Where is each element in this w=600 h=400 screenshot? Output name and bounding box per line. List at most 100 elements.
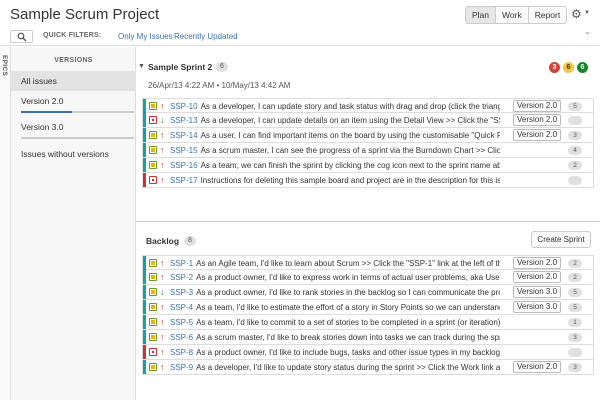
issue-content: SSP-16 As a team, we can finish the sprin… — [170, 160, 500, 171]
quick-filter-only-my-issues[interactable]: Only My Issues — [118, 32, 173, 41]
version-progress-fill — [21, 111, 72, 113]
issue-summary: As a developer, I'd like to update story… — [196, 363, 500, 372]
version-tag: Version 2.0 — [513, 257, 562, 269]
sprint-dates: 26/Apr/13 4:22 AM • 10/May/13 4:42 AM — [148, 81, 291, 90]
issue-content: SSP-17 Instructions for deleting this sam… — [170, 175, 500, 186]
estimate-badge: 2 — [568, 259, 582, 268]
epic-color-bar — [143, 270, 146, 284]
epic-color-bar — [143, 158, 146, 172]
priority-high-icon: ↑ — [160, 258, 165, 268]
issue-row[interactable]: ↑ SSP-4 As a team, I'd like to estimate th… — [142, 300, 594, 315]
issue-key-link[interactable]: SSP-1 — [170, 259, 193, 268]
issue-summary: As a developer, I can update story and t… — [200, 102, 500, 111]
collapse-icon[interactable]: ⌃ — [584, 31, 591, 40]
estimate-badge: 5 — [568, 102, 582, 111]
issue-summary: Instructions for deleting this sample bo… — [200, 176, 500, 185]
chevron-down-icon[interactable]: ▼ — [584, 10, 590, 16]
issue-row[interactable]: ↑ SSP-1 As an Agile team, I'd like to lear… — [142, 255, 594, 270]
issue-summary: As an Agile team, I'd like to learn abou… — [196, 259, 500, 268]
issue-row[interactable]: ↑ SSP-8 As a product owner, I'd like to in… — [142, 345, 594, 360]
bug-icon — [149, 176, 157, 184]
issue-key-link[interactable]: SSP-17 — [170, 176, 198, 185]
issue-key-link[interactable]: SSP-9 — [170, 363, 193, 372]
epic-color-bar — [143, 285, 146, 299]
issue-summary: As a team, I'd like to commit to a set o… — [196, 318, 500, 327]
gear-icon[interactable]: ⚙ — [571, 7, 582, 21]
versions-panel: VERSIONS All issues Version 2.0 Version … — [11, 47, 136, 400]
issue-content: SSP-10 As a developer, I can update story… — [170, 101, 500, 112]
story-icon — [149, 318, 157, 326]
epic-color-bar — [143, 300, 146, 314]
issue-row[interactable]: ↑ SSP-10 As a developer, I can update stor… — [142, 98, 594, 113]
version-item-version-3[interactable]: Version 3.0 — [11, 121, 136, 135]
version-tag: Version 3.0 — [513, 286, 562, 298]
backlog-issue-count: 8 — [184, 236, 196, 246]
estimate-badge — [568, 348, 582, 357]
estimate-badge: 4 — [568, 146, 582, 155]
issue-key-link[interactable]: SSP-15 — [170, 146, 198, 155]
issue-key-link[interactable]: SSP-16 — [170, 161, 198, 170]
estimate-badge: 3 — [568, 333, 582, 342]
issue-key-link[interactable]: SSP-2 — [170, 273, 193, 282]
epic-color-bar — [143, 360, 146, 374]
issue-row[interactable]: ↑ SSP-15 As a scrum master, I can see the … — [142, 143, 594, 158]
issue-content: SSP-2 As a product owner, I'd like to exp… — [170, 272, 500, 283]
issue-row[interactable]: ↓ SSP-3 As a product owner, I'd like to ra… — [142, 285, 594, 300]
issue-content: SSP-4 As a team, I'd like to estimate the… — [170, 302, 500, 313]
estimate-badge: 3 — [568, 131, 582, 140]
issue-summary: As a team, we can finish the sprint by c… — [200, 161, 500, 170]
search-button[interactable] — [10, 30, 33, 43]
plan-mode-button[interactable]: Plan — [466, 7, 496, 23]
issue-content: SSP-9 As a developer, I'd like to update … — [170, 362, 500, 373]
issue-row[interactable]: ↑ SSP-9 As a developer, I'd like to update… — [142, 360, 594, 375]
issue-row[interactable]: ↑ SSP-5 As a team, I'd like to commit to a… — [142, 315, 594, 330]
issue-key-link[interactable]: SSP-14 — [170, 131, 198, 140]
issue-row[interactable]: ↓ SSP-13 As a developer, I can update deta… — [142, 113, 594, 128]
issue-summary: As a scrum master, I'd like to break sto… — [196, 333, 500, 342]
issue-row[interactable]: ↑ SSP-16 As a team, we can finish the spri… — [142, 158, 594, 173]
priority-high-icon: ↑ — [160, 130, 165, 140]
version-item-label: Issues without versions — [21, 149, 109, 159]
issue-summary: As a product owner, I'd like to express … — [196, 273, 500, 282]
issue-key-link[interactable]: SSP-13 — [170, 116, 198, 125]
bug-icon — [149, 116, 157, 124]
issue-key-link[interactable]: SSP-8 — [170, 348, 193, 357]
version-progress-bar — [21, 111, 134, 113]
story-icon — [149, 146, 157, 154]
work-mode-button[interactable]: Work — [495, 7, 528, 23]
create-sprint-button[interactable]: Create Sprint — [531, 231, 591, 248]
issue-summary: As a product owner, I'd like to rank sto… — [196, 288, 500, 297]
quick-filter-recently-updated[interactable]: Recently Updated — [174, 32, 238, 41]
issue-row[interactable]: ↑ SSP-14 As a user, I can find important i… — [142, 128, 594, 143]
version-item-all-issues[interactable]: All issues — [11, 71, 136, 91]
version-tag: Version 2.0 — [513, 361, 562, 373]
search-icon — [17, 32, 27, 42]
issue-key-link[interactable]: SSP-6 — [170, 333, 193, 342]
chevron-down-icon[interactable]: ▼ — [138, 63, 145, 70]
issue-key-link[interactable]: SSP-3 — [170, 288, 193, 297]
issue-row[interactable]: ↑ SSP-17 Instructions for deleting this sa… — [142, 173, 594, 188]
issue-key-link[interactable]: SSP-10 — [170, 102, 198, 111]
story-icon — [149, 363, 157, 371]
issue-summary: As a user, I can find important items on… — [200, 131, 500, 140]
estimate-badge: 3 — [568, 363, 582, 372]
story-icon — [149, 131, 157, 139]
report-mode-button[interactable]: Report — [527, 7, 567, 23]
priority-high-icon: ↑ — [160, 101, 165, 111]
version-item-version-2[interactable]: Version 2.0 — [11, 95, 136, 109]
priority-high-icon: ↑ — [160, 302, 165, 312]
epic-color-bar — [143, 330, 146, 344]
status-count-todo: 3 — [549, 62, 560, 73]
story-icon — [149, 333, 157, 341]
issue-key-link[interactable]: SSP-5 — [170, 318, 193, 327]
priority-high-icon: ↑ — [160, 347, 165, 357]
issue-row[interactable]: ↑ SSP-6 As a scrum master, I'd like to bre… — [142, 330, 594, 345]
section-divider — [136, 221, 600, 222]
version-tag: Version 2.0 — [513, 100, 562, 112]
epics-panel-toggle[interactable]: EPICS — [0, 47, 11, 400]
issue-row[interactable]: ↑ SSP-2 As a product owner, I'd like to ex… — [142, 270, 594, 285]
epic-color-bar — [143, 128, 146, 142]
issue-key-link[interactable]: SSP-4 — [170, 303, 193, 312]
version-item-without-versions[interactable]: Issues without versions — [11, 148, 136, 162]
status-count-done: 6 — [577, 62, 588, 73]
